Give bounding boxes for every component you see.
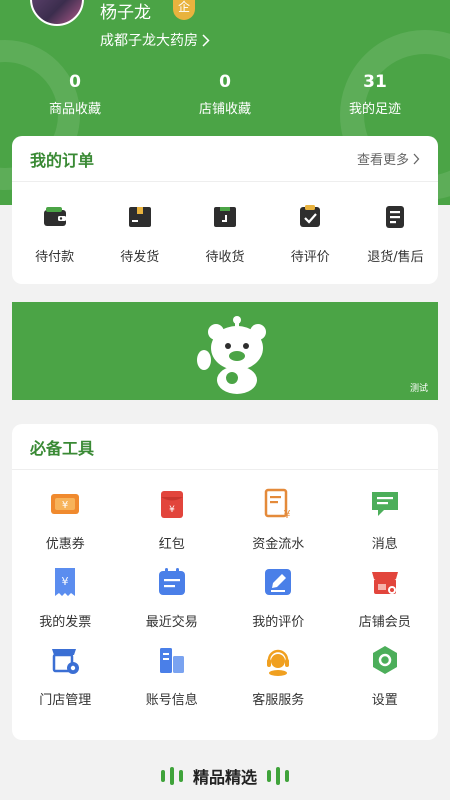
review-check-icon [300, 205, 321, 227]
wallet-icon [43, 207, 66, 226]
tool-label: 我的发票 [39, 615, 92, 630]
red-envelope-icon: ¥ [160, 491, 183, 518]
tool-label: 客服服务 [252, 693, 305, 708]
stats-row: 0 商品收藏 0 店铺收藏 31 我的足迹 [0, 72, 450, 117]
stat-value: 0 [219, 72, 231, 92]
account-building-icon [159, 648, 184, 673]
orders-card-header: 我的订单 查看更多 [12, 136, 438, 182]
view-more-orders-link[interactable]: 查看更多 [357, 149, 420, 168]
featured-section-header: 精品精选 [0, 762, 450, 790]
svg-text:¥: ¥ [62, 575, 69, 588]
bear-mascot-icon [197, 316, 266, 394]
stat-value: 31 [363, 72, 387, 92]
receive-box-icon [214, 207, 236, 227]
tool-coupon[interactable]: ¥ 优惠券 [12, 488, 119, 552]
store-settings-icon [52, 649, 80, 674]
tool-label: 店铺会员 [358, 615, 411, 630]
order-status-label: 退货/售后 [367, 250, 424, 265]
order-pending-receipt[interactable]: 待收货 [182, 204, 267, 265]
order-pending-shipment[interactable]: 待发货 [97, 204, 182, 265]
order-returns[interactable]: 退货/售后 [353, 204, 438, 265]
edit-review-icon [265, 569, 292, 595]
tools-grid: ¥ 优惠券 ¥ 红包 ¥ 资金流水 消息 ¥ 我的发票 最近交易 我的评价 店铺… [12, 470, 438, 708]
right-decoration [267, 767, 289, 785]
stat-favorite-stores[interactable]: 0 店铺收藏 [150, 72, 300, 117]
chevron-right-icon [413, 153, 420, 164]
tools-card-header: 必备工具 [12, 424, 438, 470]
tool-settings[interactable]: 设置 [332, 644, 439, 708]
tool-label: 资金流水 [252, 537, 305, 552]
stat-favorite-products[interactable]: 0 商品收藏 [0, 72, 150, 117]
store-link[interactable]: 成都子龙大药房 [100, 30, 210, 50]
tool-label: 消息 [371, 537, 398, 552]
store-member-icon [371, 572, 398, 594]
orders-card: 我的订单 查看更多 待付款 待发货 待收货 待评价 退货/售后 [12, 136, 438, 284]
tool-customer-service[interactable]: 客服服务 [225, 644, 332, 708]
settings-icon [372, 646, 397, 674]
tool-invoice[interactable]: ¥ 我的发票 [12, 566, 119, 630]
box-icon [128, 207, 151, 227]
enterprise-badge: 企 [173, 0, 195, 20]
order-pending-payment[interactable]: 待付款 [12, 204, 97, 265]
chevron-right-icon [202, 33, 210, 47]
order-status-label: 待收货 [205, 250, 245, 265]
svg-text:¥: ¥ [169, 505, 175, 515]
tool-recent-transactions[interactable]: 最近交易 [119, 566, 226, 630]
view-more-label: 查看更多 [356, 153, 409, 168]
tool-my-reviews[interactable]: 我的评价 [225, 566, 332, 630]
avatar[interactable] [30, 0, 84, 26]
tool-store-member[interactable]: 店铺会员 [332, 566, 439, 630]
tool-label: 账号信息 [145, 693, 198, 708]
order-status-row: 待付款 待发货 待收货 待评价 退货/售后 [12, 182, 438, 265]
order-status-label: 待付款 [35, 250, 75, 265]
order-status-label: 待发货 [120, 250, 160, 265]
tool-fund-flow[interactable]: ¥ 资金流水 [225, 488, 332, 552]
stat-label: 商品收藏 [48, 102, 101, 117]
tool-account-info[interactable]: 账号信息 [119, 644, 226, 708]
coupon-icon: ¥ [51, 494, 80, 514]
stat-label: 我的足迹 [348, 102, 401, 117]
banner-tag: 测试 [409, 384, 428, 394]
tool-red-envelope[interactable]: ¥ 红包 [119, 488, 226, 552]
store-name: 成都子龙大药房 [100, 33, 198, 49]
orders-title: 我的订单 [30, 150, 95, 170]
return-list-icon [386, 206, 405, 228]
stat-footprints[interactable]: 31 我的足迹 [300, 72, 450, 117]
stat-value: 0 [69, 72, 81, 92]
stat-label: 店铺收藏 [198, 102, 251, 117]
customer-service-icon [267, 649, 290, 676]
tool-label: 门店管理 [39, 693, 92, 708]
tool-label: 最近交易 [145, 615, 198, 630]
tool-label: 我的评价 [252, 615, 305, 630]
tool-label: 优惠券 [45, 537, 85, 552]
tool-store-management[interactable]: 门店管理 [12, 644, 119, 708]
invoice-icon: ¥ [55, 568, 76, 596]
tool-label: 红包 [158, 537, 185, 552]
fund-flow-icon: ¥ [265, 488, 291, 521]
svg-text:¥: ¥ [62, 500, 68, 511]
featured-title: 精品精选 [192, 768, 257, 787]
order-status-label: 待评价 [290, 250, 330, 265]
tool-label: 设置 [371, 693, 398, 708]
message-icon [371, 492, 398, 516]
username: 杨子龙 [100, 3, 151, 23]
order-pending-review[interactable]: 待评价 [268, 204, 353, 265]
calendar-icon [158, 568, 185, 595]
svg-text:¥: ¥ [284, 508, 291, 520]
tool-message[interactable]: 消息 [332, 488, 439, 552]
tools-card: 必备工具 ¥ 优惠券 ¥ 红包 ¥ 资金流水 消息 ¥ 我的发票 最近交易 我的… [12, 424, 438, 740]
promo-banner[interactable]: 测试 [12, 302, 438, 400]
tools-title: 必备工具 [30, 438, 95, 458]
left-decoration [160, 767, 183, 785]
